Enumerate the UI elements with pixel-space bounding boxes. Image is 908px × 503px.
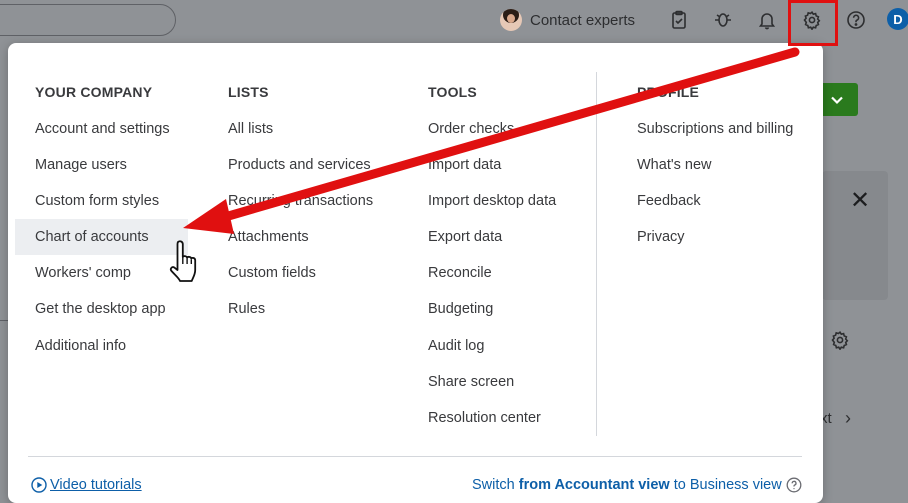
table-settings-gear-icon[interactable] [830, 330, 850, 351]
menu-item-subscriptions-billing[interactable]: Subscriptions and billing [637, 111, 793, 147]
menu-item-all-lists[interactable]: All lists [228, 111, 273, 147]
video-tutorials-link[interactable]: Video tutorials [31, 477, 142, 493]
chevron-down-icon [831, 96, 843, 105]
menu-item-workers-comp[interactable]: Workers' comp [35, 255, 131, 291]
column-divider [596, 72, 597, 436]
video-tutorials-label: Video tutorials [50, 477, 142, 493]
menu-item-custom-form-styles[interactable]: Custom form styles [35, 183, 159, 219]
menu-item-import-desktop-data[interactable]: Import desktop data [428, 183, 556, 219]
menu-item-budgeting[interactable]: Budgeting [428, 291, 493, 327]
menu-item-account-settings[interactable]: Account and settings [35, 111, 170, 147]
new-dropdown-button[interactable] [817, 83, 858, 116]
bell-icon[interactable] [755, 8, 779, 32]
gear-highlight-box [788, 0, 838, 46]
switch-suffix: to Business view [669, 477, 782, 493]
settings-menu: YOUR COMPANY Account and settings Manage… [8, 43, 823, 503]
lists-heading: LISTS [228, 84, 269, 100]
user-avatar[interactable]: D [887, 8, 908, 30]
menu-item-feedback[interactable]: Feedback [637, 183, 701, 219]
switch-bold: from Accountant view [518, 477, 670, 493]
menu-item-recurring-transactions[interactable]: Recurring transactions [228, 183, 373, 219]
menu-item-export-data[interactable]: Export data [428, 219, 502, 255]
menu-item-additional-info[interactable]: Additional info [35, 328, 126, 364]
menu-item-manage-users[interactable]: Manage users [35, 147, 127, 183]
menu-item-products-services[interactable]: Products and services [228, 147, 371, 183]
contact-experts-button[interactable]: Contact experts [500, 8, 635, 32]
menu-item-rules[interactable]: Rules [228, 291, 265, 327]
menu-item-import-data[interactable]: Import data [428, 147, 501, 183]
close-icon[interactable]: ✕ [850, 186, 870, 215]
menu-item-reconcile[interactable]: Reconcile [428, 255, 492, 291]
contact-experts-label: Contact experts [530, 11, 636, 29]
menu-item-attachments[interactable]: Attachments [228, 219, 309, 255]
clipboard-icon[interactable] [667, 8, 691, 32]
menu-item-resolution-center[interactable]: Resolution center [428, 400, 541, 436]
menu-item-custom-fields[interactable]: Custom fields [228, 255, 316, 291]
search-input[interactable] [0, 4, 176, 36]
top-bar: Contact experts D [0, 0, 908, 40]
profile-heading: PROFILE [637, 84, 700, 100]
menu-item-order-checks[interactable]: Order checks [428, 111, 514, 147]
play-icon [31, 477, 47, 493]
menu-item-privacy[interactable]: Privacy [637, 219, 685, 255]
switch-view-link[interactable]: Switch from Accountant view to Business … [472, 477, 802, 493]
menu-item-share-screen[interactable]: Share screen [428, 364, 514, 400]
help-circle-icon[interactable] [786, 477, 802, 493]
footer-divider [28, 456, 802, 457]
your-company-heading: YOUR COMPANY [35, 84, 153, 100]
tools-heading: TOOLS [428, 84, 477, 100]
menu-item-whats-new[interactable]: What's new [637, 147, 712, 183]
menu-item-audit-log[interactable]: Audit log [428, 328, 484, 364]
help-icon[interactable] [844, 8, 868, 32]
hand-pointer-cursor-icon [169, 240, 197, 282]
switch-prefix: Switch [472, 477, 519, 493]
bug-icon[interactable] [711, 8, 735, 32]
menu-item-chart-of-accounts[interactable]: Chart of accounts [15, 219, 188, 255]
menu-item-desktop-app[interactable]: Get the desktop app [35, 291, 166, 327]
chevron-right-icon[interactable]: › [845, 408, 851, 429]
expert-avatar [500, 9, 522, 31]
divider [0, 320, 8, 321]
